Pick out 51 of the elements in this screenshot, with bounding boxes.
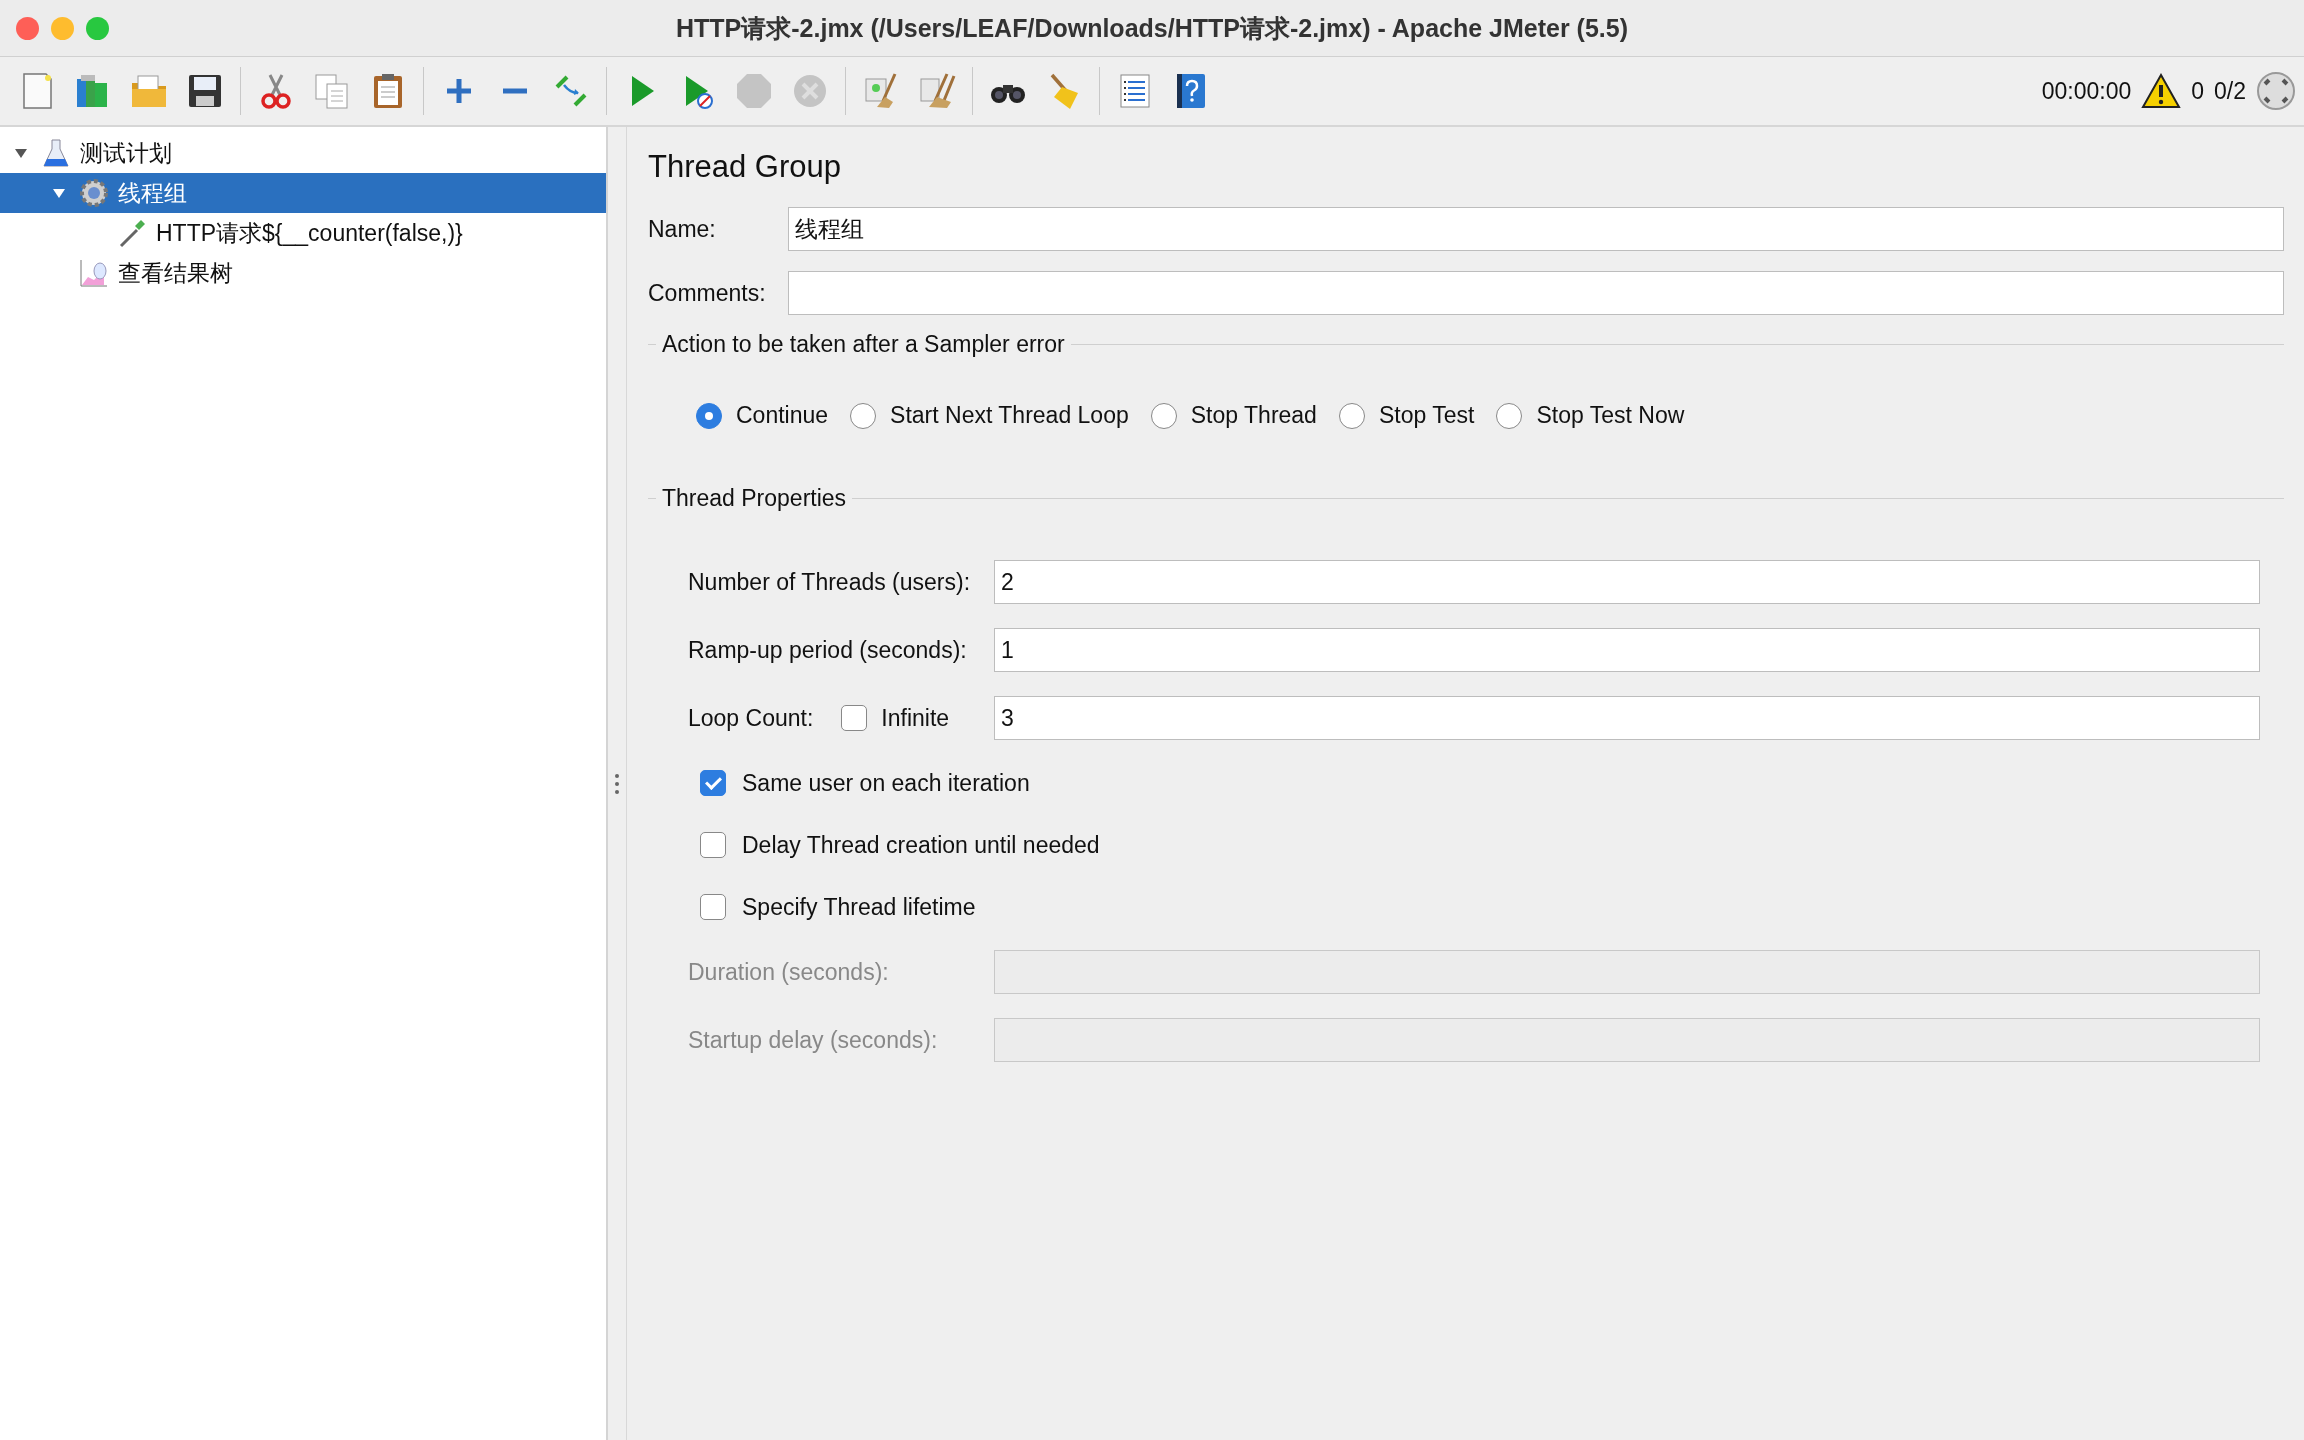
name-field[interactable]: 线程组 — [788, 207, 2284, 251]
radio-option[interactable]: Stop Thread — [1150, 402, 1317, 429]
gear-icon — [78, 177, 110, 209]
radio-button[interactable] — [850, 402, 877, 429]
field-label: Ramp-up period (seconds): — [688, 636, 968, 664]
radio-button[interactable] — [696, 402, 722, 429]
threads-field[interactable]: 2 — [994, 560, 2260, 604]
section-title: Action to be taken after a Sampler error — [661, 331, 1066, 358]
radio-label: Stop Test Now — [1536, 402, 1685, 429]
error-count: 0 — [2191, 77, 2204, 105]
checkbox[interactable] — [700, 770, 726, 796]
chart-icon — [78, 257, 110, 289]
field-label: Startup delay (seconds): — [688, 1026, 939, 1054]
status-indicator-icon — [2256, 71, 2296, 111]
loop-count-field[interactable]: 3 — [994, 696, 2260, 740]
comments-field[interactable] — [788, 271, 2284, 315]
field-label: Name: — [648, 215, 717, 243]
active-threads: 0/2 — [2214, 77, 2246, 105]
checkbox-label: Specify Thread lifetime — [742, 893, 976, 921]
tree-item[interactable]: 查看结果树 — [0, 253, 606, 293]
tree-item[interactable]: 测试计划 — [0, 133, 606, 173]
tree-item[interactable]: 线程组 — [0, 173, 606, 213]
radio-button[interactable] — [1150, 402, 1177, 429]
radio-option[interactable]: Stop Test Now — [1496, 402, 1685, 429]
panel-title: Thread Group — [648, 149, 842, 185]
radio-button[interactable] — [1496, 402, 1523, 429]
field-label: Comments: — [648, 279, 767, 307]
checkbox[interactable] — [700, 894, 726, 920]
checkbox[interactable] — [700, 832, 726, 858]
radio-label: Stop Test — [1378, 402, 1475, 429]
checkbox-label: Delay Thread creation until needed — [742, 831, 1100, 859]
radio-label: Stop Thread — [1190, 402, 1317, 429]
radio-option[interactable]: Continue — [696, 402, 829, 429]
checkbox-label: Same user on each iteration — [742, 769, 1030, 797]
radio-label: Continue — [736, 402, 829, 429]
field-label: Number of Threads (users): — [688, 568, 972, 596]
section-title: Thread Properties — [661, 485, 848, 512]
tree-item[interactable]: HTTP请求${__counter(false,)} — [0, 213, 606, 253]
checkbox[interactable] — [841, 705, 868, 731]
elapsed-time: 00:00:00 — [2041, 77, 2132, 105]
zoom-button[interactable] — [86, 17, 109, 40]
radio-option[interactable]: Stop Test — [1338, 402, 1475, 429]
warning-icon[interactable] — [2141, 73, 2182, 109]
field-label: Loop Count: — [688, 704, 814, 732]
checkbox-label: Infinite — [881, 704, 950, 732]
field-label: Duration (seconds): — [688, 958, 890, 986]
close-button[interactable] — [16, 17, 39, 40]
flask-icon — [40, 137, 72, 169]
window-title: HTTP请求-2.jmx (/Users/LEAF/Downloads/HTTP请求-2.jmx) - Apache JMeter (5.5) — [676, 12, 1628, 44]
ramp-up-field[interactable]: 1 — [994, 628, 2260, 672]
radio-button[interactable] — [1338, 402, 1365, 429]
